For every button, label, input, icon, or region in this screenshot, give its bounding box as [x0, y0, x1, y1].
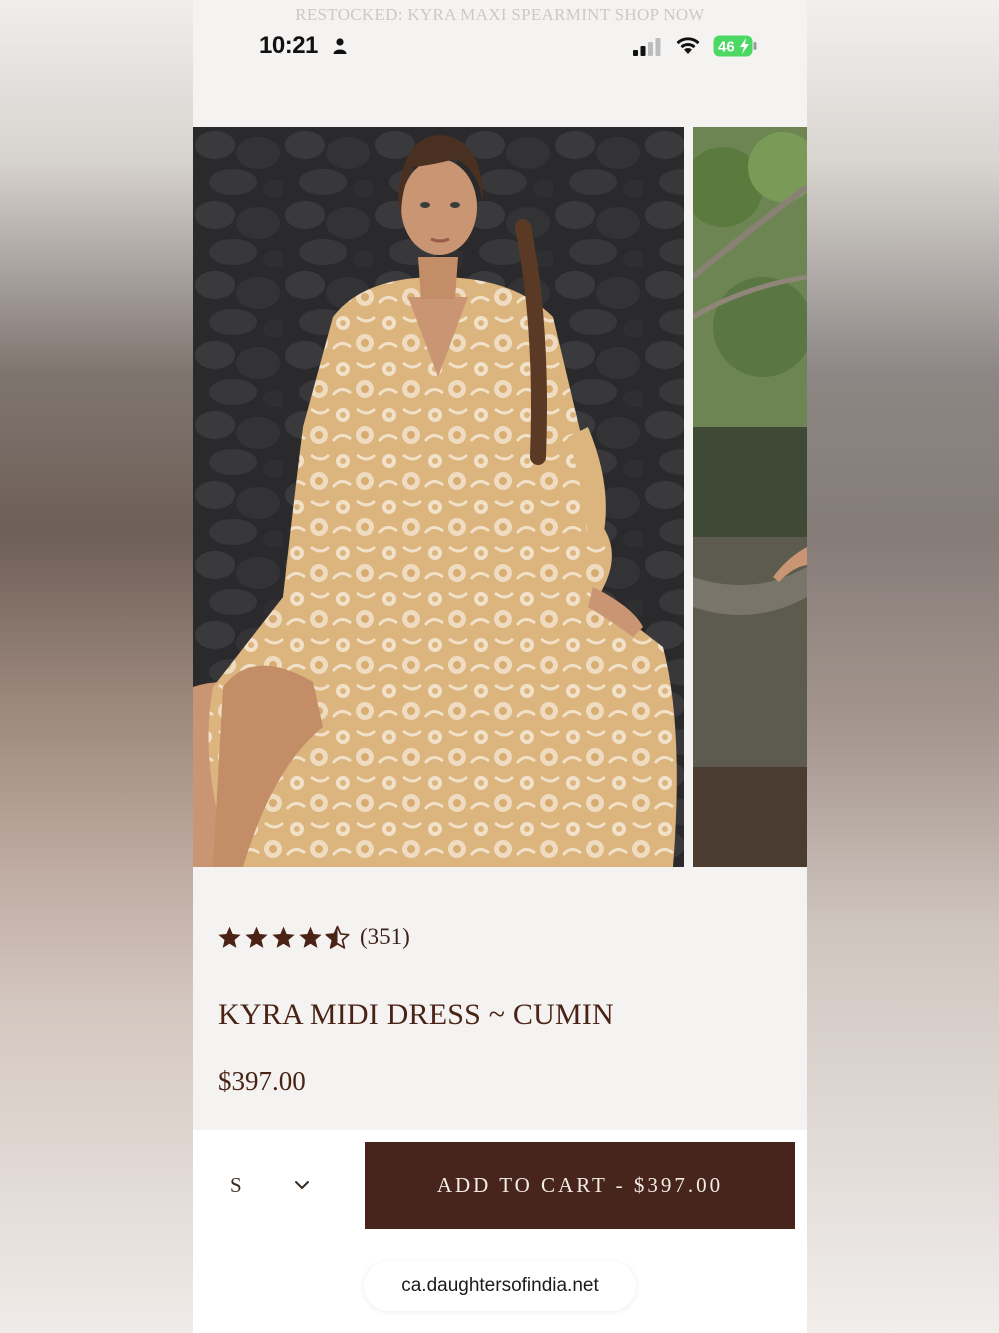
battery-icon: 46: [713, 35, 757, 57]
status-bar: 10:21 46: [193, 28, 807, 64]
wifi-icon: [676, 37, 700, 54]
size-select[interactable]: S: [213, 1142, 353, 1228]
announcement-bar[interactable]: RESTOCKED: KYRA MAXI SPEARMINT SHOP NOW: [193, 0, 807, 30]
battery-level: 46: [718, 39, 735, 56]
model-in-floral-dress-image: [193, 127, 684, 867]
person-icon: [333, 38, 347, 54]
selected-size: S: [230, 1172, 242, 1197]
background-blur-left: [0, 0, 193, 1333]
product-rating[interactable]: (351): [217, 920, 410, 954]
background-blur-right: [807, 0, 999, 1333]
star-half-icon: [325, 925, 350, 949]
clock-time: 10:21: [259, 32, 318, 59]
product-title: KYRA MIDI DRESS ~ CUMIN: [218, 998, 614, 1031]
phone-screen: RESTOCKED: KYRA MAXI SPEARMINT SHOP NOW …: [193, 0, 807, 1333]
rating-stars: [217, 925, 350, 950]
model-by-river-image: [693, 127, 807, 867]
url-text: ca.daughtersofindia.net: [401, 1275, 599, 1296]
chevron-down-icon: [295, 1181, 309, 1189]
add-to-cart-button[interactable]: ADD TO CART - $397.00: [365, 1142, 795, 1229]
cellular-signal-icon: [633, 38, 661, 56]
star-icon: [245, 926, 268, 948]
product-price: $397.00: [218, 1066, 306, 1096]
star-icon: [218, 926, 241, 948]
browser-url-bar[interactable]: ca.daughtersofindia.net: [364, 1261, 636, 1311]
star-icon: [272, 926, 295, 948]
product-image-main[interactable]: [193, 127, 684, 867]
product-image-gallery[interactable]: [193, 127, 807, 867]
product-image-next[interactable]: [693, 127, 807, 867]
star-icon: [299, 926, 322, 948]
review-count[interactable]: (351): [360, 924, 410, 950]
